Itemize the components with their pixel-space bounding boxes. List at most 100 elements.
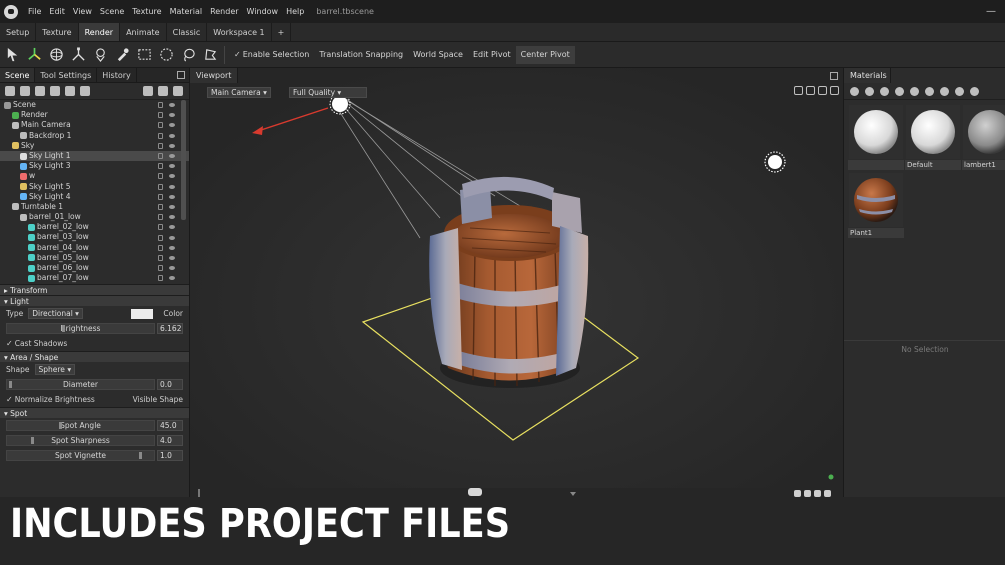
lock-icon[interactable]: [158, 224, 163, 231]
select-arrow-icon[interactable]: [3, 45, 22, 64]
tab-tool-settings[interactable]: Tool Settings: [35, 68, 98, 82]
spot-vignette-field[interactable]: 1.0: [157, 450, 183, 461]
trash-icon[interactable]: [925, 86, 934, 96]
lock-icon[interactable]: [158, 275, 163, 282]
tab-viewport[interactable]: Viewport: [190, 68, 239, 83]
visibility-eye-icon[interactable]: [169, 276, 175, 281]
tab-workspace-1[interactable]: Workspace 1: [207, 23, 272, 41]
paint-icon[interactable]: [91, 45, 110, 64]
normalize-check-icon[interactable]: ✓: [6, 395, 13, 404]
visibility-eye-icon[interactable]: [169, 123, 175, 128]
tree-item[interactable]: Turntable 1: [0, 202, 189, 212]
lock-icon[interactable]: [158, 183, 163, 190]
section-light[interactable]: ▾ Light: [0, 295, 189, 306]
tree-item[interactable]: Render: [0, 110, 189, 120]
tab-setup[interactable]: Setup: [0, 23, 37, 41]
add-workspace-tab[interactable]: +: [272, 23, 292, 41]
material-card[interactable]: lambert1: [962, 104, 1005, 170]
brightness-slider-knob[interactable]: [62, 325, 65, 332]
lock-icon[interactable]: [158, 153, 163, 160]
spot-vignette-knob[interactable]: [139, 452, 142, 459]
add-shadow-catcher-icon[interactable]: [35, 86, 45, 96]
menu-scene[interactable]: Scene: [96, 7, 128, 16]
diameter-slider-knob[interactable]: [9, 381, 12, 388]
visibility-eye-icon[interactable]: [169, 164, 175, 169]
tree-item[interactable]: barrel_05_low: [0, 253, 189, 263]
visibility-eye-icon[interactable]: [169, 103, 175, 108]
cast-shadows-row[interactable]: ✓ Cast Shadows: [0, 336, 189, 351]
section-spot[interactable]: ▾ Spot: [0, 407, 189, 418]
tree-item[interactable]: barrel_02_low: [0, 222, 189, 232]
section-area-shape[interactable]: ▾ Area / Shape: [0, 351, 189, 362]
lasso-select-icon[interactable]: [179, 45, 198, 64]
tree-item[interactable]: Sky: [0, 141, 189, 151]
diameter-slider[interactable]: Diameter: [6, 379, 155, 390]
menu-window[interactable]: Window: [243, 7, 283, 16]
add-turntable-icon[interactable]: [50, 86, 60, 96]
tree-item[interactable]: Main Camera: [0, 120, 189, 130]
visibility-eye-icon[interactable]: [169, 133, 175, 138]
camera-dropdown[interactable]: Main Camera ▾: [207, 87, 271, 98]
tree-item[interactable]: w: [0, 171, 189, 181]
edit-pivot-button[interactable]: Edit Pivot: [468, 46, 516, 64]
spot-sharpness-knob[interactable]: [31, 437, 34, 444]
checker-icon[interactable]: [880, 86, 889, 96]
tab-scene[interactable]: Scene: [0, 68, 36, 82]
spot-angle-slider[interactable]: Spot Angle: [6, 420, 155, 431]
enable-selection-toggle[interactable]: ✓ Enable Selection: [229, 46, 314, 64]
visibility-eye-icon[interactable]: [169, 255, 175, 260]
lock-icon[interactable]: [158, 203, 163, 210]
visibility-eye-icon[interactable]: [169, 245, 175, 250]
viewport[interactable]: Viewport Main Camera ▾ Full Quality ▾: [190, 68, 843, 498]
shape-dropdown[interactable]: Sphere ▾: [34, 364, 76, 375]
check-icon[interactable]: [955, 86, 964, 96]
add-camera-icon[interactable]: [20, 86, 30, 96]
lock-icon[interactable]: [158, 163, 163, 170]
translation-snapping-toggle[interactable]: Translation Snapping: [314, 46, 408, 64]
circle-select-icon[interactable]: [157, 45, 176, 64]
tree-item[interactable]: Sky Light 5: [0, 182, 189, 192]
visibility-eye-icon[interactable]: [169, 225, 175, 230]
section-transform[interactable]: ▸ Transform: [0, 284, 189, 295]
rect-select-icon[interactable]: [135, 45, 154, 64]
lock-icon[interactable]: [158, 265, 163, 272]
light-color-swatch[interactable]: [131, 308, 153, 319]
add-light-icon[interactable]: [5, 86, 15, 96]
diameter-field[interactable]: 0.0: [157, 379, 183, 390]
scale-gizmo-icon[interactable]: [69, 45, 88, 64]
folder-icon[interactable]: [143, 86, 153, 96]
spot-vignette-slider[interactable]: Spot Vignette: [6, 450, 155, 461]
lock-icon[interactable]: [158, 142, 163, 149]
eyedropper-icon[interactable]: [113, 45, 132, 64]
spot-sharpness-field[interactable]: 4.0: [157, 435, 183, 446]
tree-item[interactable]: barrel_06_low: [0, 263, 189, 273]
menu-edit[interactable]: Edit: [45, 7, 69, 16]
viewport-wireframe-icon[interactable]: [806, 86, 815, 95]
tree-item[interactable]: barrel_03_low: [0, 232, 189, 242]
tree-item[interactable]: Scene: [0, 100, 189, 110]
tab-texture[interactable]: Texture: [36, 23, 79, 41]
menu-render[interactable]: Render: [206, 7, 242, 16]
material-card[interactable]: Plant1: [848, 172, 904, 238]
material-card[interactable]: [848, 104, 904, 170]
quality-dropdown[interactable]: Full Quality ▾: [289, 87, 367, 98]
cast-shadows-check-icon[interactable]: ✓: [6, 339, 13, 348]
viewport-maximize-icon[interactable]: [818, 86, 827, 95]
menu-help[interactable]: Help: [282, 7, 308, 16]
translate-gizmo-icon[interactable]: [25, 45, 44, 64]
tree-item[interactable]: barrel_07_low: [0, 273, 189, 283]
tab-render[interactable]: Render: [78, 23, 121, 41]
visibility-eye-icon[interactable]: [169, 174, 175, 179]
lock-icon[interactable]: [158, 102, 163, 109]
visibility-eye-icon[interactable]: [169, 266, 175, 271]
viewport-grid-icon[interactable]: [830, 86, 839, 95]
spot-angle-field[interactable]: 45.0: [157, 420, 183, 431]
lock-icon[interactable]: [158, 112, 163, 119]
world-space-toggle[interactable]: World Space: [408, 46, 468, 64]
viewport-settings-icon[interactable]: [794, 86, 803, 95]
menu-file[interactable]: File: [24, 7, 45, 16]
visibility-eye-icon[interactable]: [169, 143, 175, 148]
tab-history[interactable]: History: [97, 68, 137, 82]
tree-scrollbar[interactable]: [181, 100, 186, 220]
tab-classic[interactable]: Classic: [167, 23, 208, 41]
